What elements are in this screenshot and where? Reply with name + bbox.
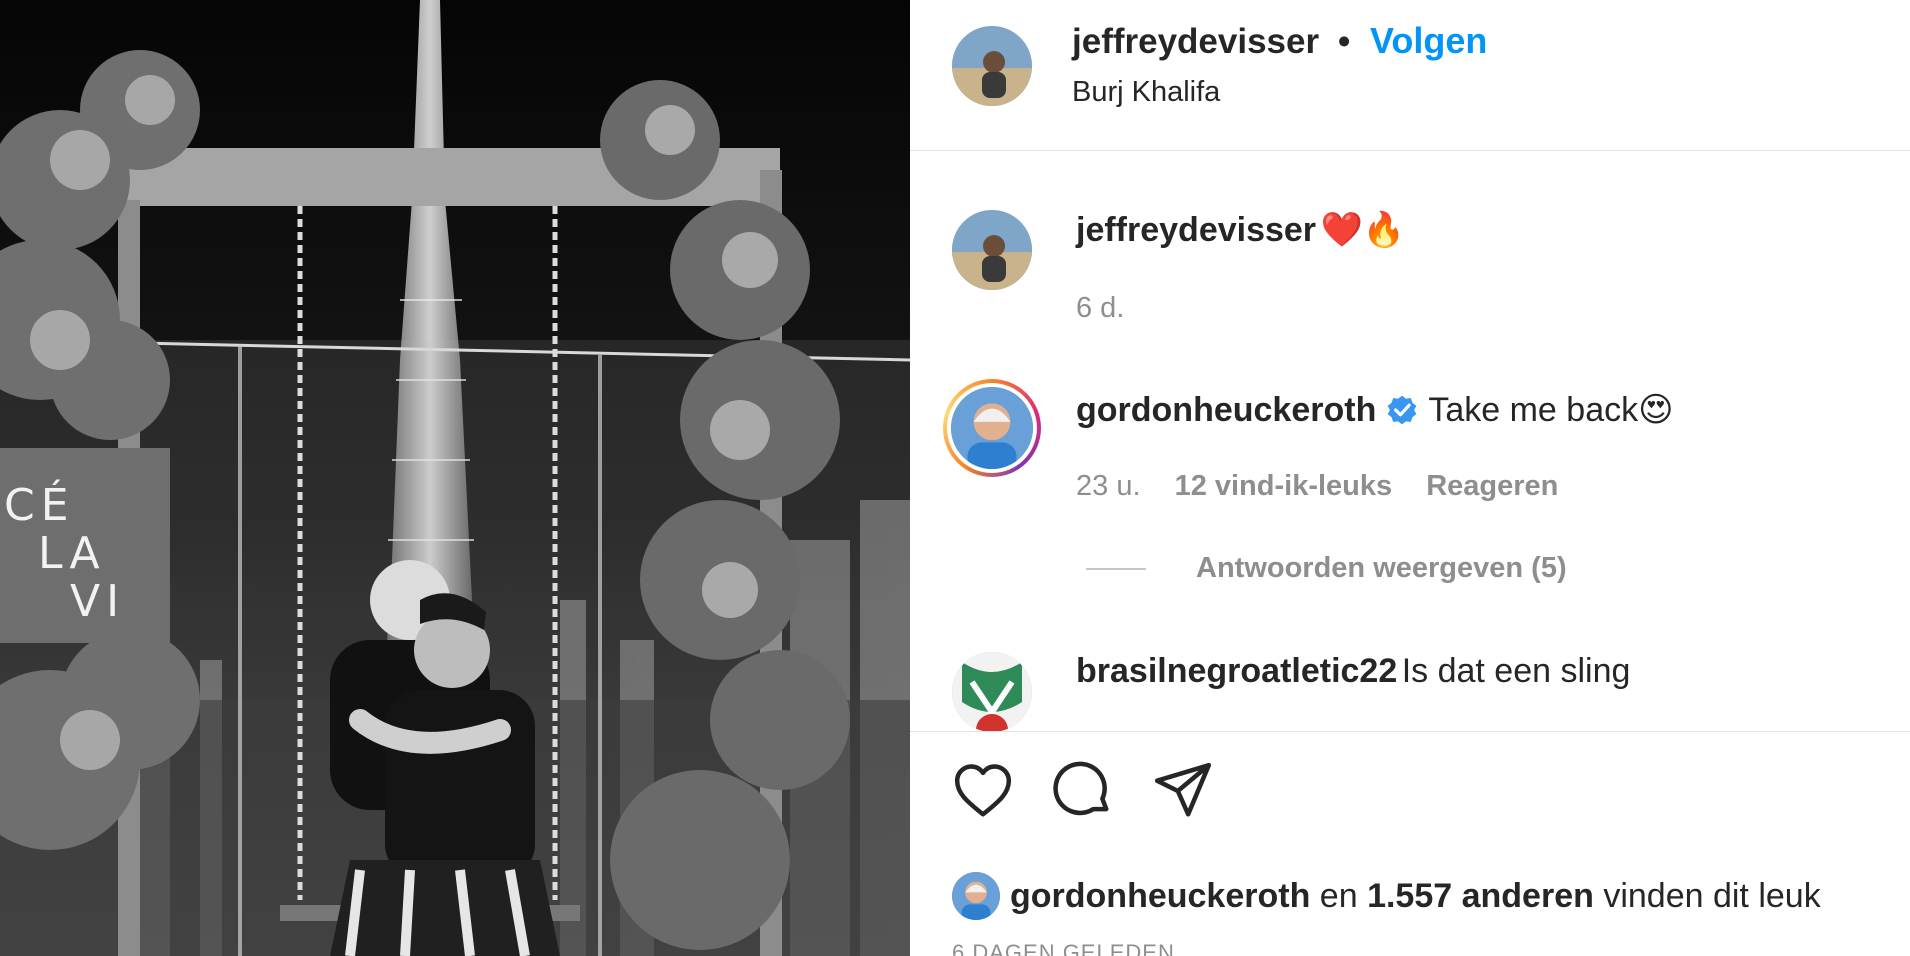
comment-line: gordonheuckeroth Take me back😍 <box>1076 390 1674 430</box>
caption-avatar[interactable] <box>952 210 1032 290</box>
likes-count[interactable]: 1.557 anderen <box>1367 877 1594 915</box>
likes-summary: gordonheuckeroth en 1.557 anderen vinden… <box>952 872 1821 920</box>
author-username[interactable]: jeffreydevisser <box>1072 22 1319 62</box>
location-link[interactable]: Burj Khalifa <box>1072 76 1220 109</box>
heart-icon <box>954 764 1012 817</box>
follow-button[interactable]: Volgen <box>1370 20 1487 62</box>
photo-graphic: CÉ LA VI <box>0 0 910 956</box>
comment-text: Is dat een sling <box>1401 652 1631 690</box>
verified-badge-icon <box>1387 395 1417 425</box>
comment-likes[interactable]: 12 vind-ik-leuks <box>1175 470 1393 502</box>
caption-username[interactable]: jeffreydevisser <box>1076 211 1316 249</box>
likes-text: gordonheuckeroth en 1.557 anderen vinden… <box>1010 877 1821 916</box>
comment-meta: 23 u. 12 vind-ik-leuks Reageren <box>1076 470 1584 503</box>
comment-icon <box>1053 761 1109 816</box>
sign-text-2: LA <box>38 528 106 579</box>
reply-button[interactable]: Reageren <box>1426 470 1558 502</box>
likes-conj: en <box>1319 876 1358 915</box>
commenter-avatar[interactable] <box>951 387 1033 469</box>
post-details-panel: jeffreydevisser • Volgen Burj Khalifa je… <box>910 0 1910 956</box>
comment-username[interactable]: gordonheuckeroth <box>1076 391 1376 430</box>
likes-suffix: vinden dit leuk <box>1603 876 1821 915</box>
caption-line: jeffreydevisser ❤️🔥 <box>1076 210 1405 250</box>
liker-avatar[interactable] <box>952 872 1000 920</box>
comment-line: brasilnegroatletic22 Is dat een sling <box>1076 652 1630 691</box>
share-icon <box>1154 762 1212 817</box>
replies-rule <box>1086 567 1146 570</box>
share-button[interactable] <box>1152 760 1214 822</box>
comments-list[interactable]: jeffreydevisser ❤️🔥 6 d. gordonheuckerot… <box>910 152 1910 732</box>
action-bar <box>910 760 1910 830</box>
comment-username[interactable]: brasilnegroatletic22 <box>1076 652 1397 690</box>
comment-text: Take me back😍 <box>1428 391 1674 429</box>
commenter-avatar[interactable] <box>952 652 1032 731</box>
sign-text-1: CÉ <box>4 478 75 531</box>
caption-time[interactable]: 6 d. <box>1076 292 1124 325</box>
caption-text: ❤️🔥 <box>1320 211 1406 249</box>
liker-username[interactable]: gordonheuckeroth <box>1010 877 1310 915</box>
like-button[interactable] <box>952 760 1014 822</box>
view-replies-label: Antwoorden weergeven (5) <box>1196 552 1567 584</box>
author-avatar[interactable] <box>952 26 1032 106</box>
view-replies-button[interactable]: Antwoorden weergeven (5) <box>1086 552 1567 585</box>
post-header: jeffreydevisser • Volgen Burj Khalifa <box>910 0 1910 151</box>
separator-dot: • <box>1338 22 1351 61</box>
sign-text-3: VI <box>70 576 125 627</box>
comment-time[interactable]: 23 u. <box>1076 470 1141 502</box>
story-ring[interactable] <box>943 379 1041 477</box>
comment-button[interactable] <box>1052 760 1114 822</box>
post-photo: CÉ LA VI <box>0 0 910 956</box>
post-timestamp[interactable]: 6 DAGEN GELEDEN <box>952 940 1175 956</box>
